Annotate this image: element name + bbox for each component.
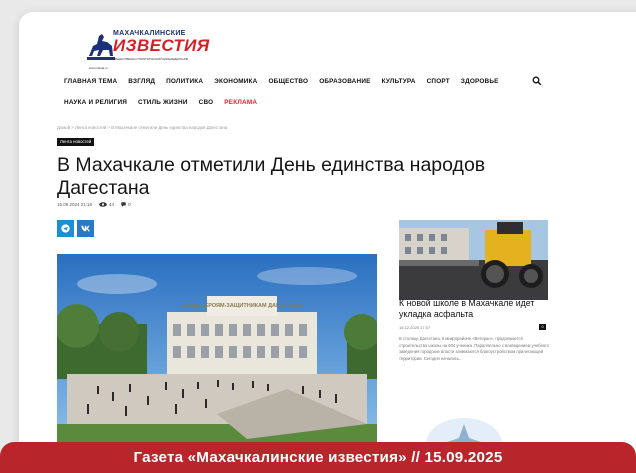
telegram-icon: [61, 224, 70, 233]
article-title: В Махачкале отметили День единства народ…: [57, 154, 486, 199]
category-tag[interactable]: Лента новостей: [57, 138, 95, 146]
asphalt-photo: [399, 220, 548, 300]
nav-item-politics[interactable]: ПОЛИТИКА: [166, 78, 203, 85]
nav-item-science-religion[interactable]: НАУКА И РЕЛИГИЯ: [64, 99, 127, 106]
article-meta: 15.09.2024 21:18 44 0: [57, 202, 131, 207]
hero-sign-text: СЛАВА ГЕРОЯМ-ЗАЩИТНИКАМ ДАГЕСТАНА!: [181, 303, 304, 309]
nav-item-main-topic[interactable]: ГЛАВНАЯ ТЕМА: [64, 78, 117, 85]
nav-row-2: НАУКА И РЕЛИГИЯ СТИЛЬ ЖИЗНИ СВО РЕКЛАМА: [64, 99, 268, 106]
nav-row-1: ГЛАВНАЯ ТЕМА ВЗГЛЯД ПОЛИТИКА ЭКОНОМИКА О…: [64, 78, 510, 85]
newspaper-banner: Газета «Махачкалинские известия» // 15.0…: [0, 442, 636, 473]
sidebar-comment-count: 0: [539, 324, 546, 330]
article-hero-image[interactable]: СЛАВА ГЕРОЯМ-ЗАЩИТНИКАМ ДАГЕСТАНА!: [57, 254, 377, 444]
logo-subtitle: ОБЩЕСТВЕННО-ПОЛИТИЧЕСКИЙ ЕЖЕНЕДЕЛЬНИК: [113, 57, 189, 61]
sidebar-article-title[interactable]: К новой школе в Махачкале идет укладка а…: [399, 298, 549, 319]
nav-item-education[interactable]: ОБРАЗОВАНИЕ: [319, 78, 370, 85]
comment-icon: [121, 202, 126, 207]
sidebar-article-date: 15.12.2025 17:07: [399, 325, 431, 330]
logo-line2: ИЗВЕСТИЯ: [113, 37, 210, 55]
nav-item-lifestyle[interactable]: СТИЛЬ ЖИЗНИ: [138, 99, 188, 106]
search-icon[interactable]: [532, 76, 542, 86]
sidebar-article-excerpt: В столице Дагестана, в микрорайоне «Вете…: [399, 336, 549, 362]
nav-item-society[interactable]: ОБЩЕСТВО: [268, 78, 308, 85]
vk-share-button[interactable]: [77, 220, 94, 237]
telegram-share-button[interactable]: [57, 220, 74, 237]
nav-item-culture[interactable]: КУЛЬТУРА: [382, 78, 416, 85]
sidebar-article-image[interactable]: [399, 220, 548, 300]
page-card: МАХАЧКАЛИНСКИЕ ИЗВЕСТИЯ ОБЩЕСТВЕННО-ПОЛИ…: [19, 12, 636, 473]
nav-item-health[interactable]: ЗДОРОВЬЕ: [461, 78, 499, 85]
vk-icon: [80, 225, 90, 232]
logo-line2-text: ИЗВЕСТИЯ: [113, 36, 210, 55]
nav-item-view[interactable]: ВЗГЛЯД: [128, 78, 155, 85]
breadcrumb[interactable]: Домой > Лента новостей > В Махачкале отм…: [57, 125, 227, 130]
site-logo[interactable]: МАХАЧКАЛИНСКИЕ ИЗВЕСТИЯ ОБЩЕСТВЕННО-ПОЛИ…: [85, 26, 209, 76]
nav-item-advertising[interactable]: РЕКЛАМА: [224, 99, 257, 106]
share-buttons: [57, 220, 97, 237]
eye-icon: [99, 202, 107, 207]
logo-url: www.mkala.ru: [89, 66, 108, 70]
nav-item-sport[interactable]: СПОРТ: [427, 78, 450, 85]
article-date: 15.09.2024 21:18: [57, 202, 93, 207]
nav-item-economy[interactable]: ЭКОНОМИКА: [214, 78, 257, 85]
comment-count: 0: [128, 202, 131, 207]
view-count: 44: [109, 202, 115, 207]
hero-photo: СЛАВА ГЕРОЯМ-ЗАЩИТНИКАМ ДАГЕСТАНА!: [57, 254, 377, 444]
nav-item-svo[interactable]: СВО: [199, 99, 214, 106]
